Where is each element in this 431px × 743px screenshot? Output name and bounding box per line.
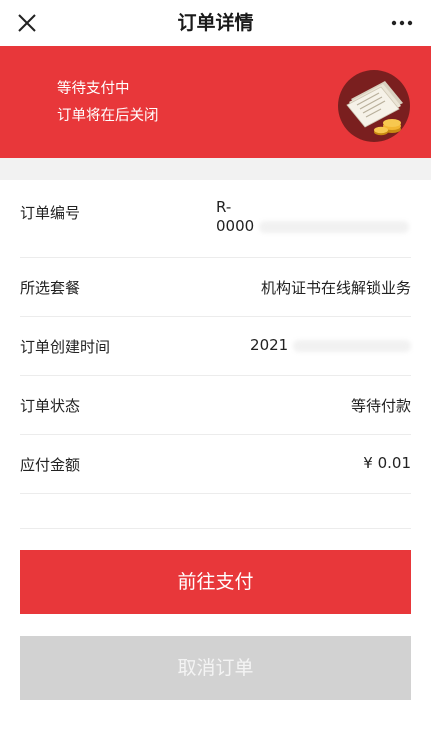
amount-value: ¥ 0.01 <box>363 454 411 472</box>
row-amount: 应付金额 ¥ 0.01 <box>20 434 411 494</box>
package-label: 所选套餐 <box>20 279 81 297</box>
receipt-coins-icon <box>337 69 411 143</box>
package-value: 机构证书在线解锁业务 <box>260 279 411 297</box>
order-detail-page: 订单详情 等待支付中 订单将在后关闭 订单编号 R- 0000 所选套餐 机构证… <box>0 0 431 743</box>
order-number-label: 订单编号 <box>20 204 81 222</box>
order-status-value: 等待付款 <box>350 397 411 415</box>
section-divider <box>0 158 431 180</box>
order-number-prefix: R- <box>216 198 232 216</box>
created-time-value: 2021 <box>250 336 411 354</box>
order-status-label: 订单状态 <box>20 397 81 415</box>
row-order-number: 订单编号 R- 0000 <box>20 180 411 258</box>
created-time-label: 订单创建时间 <box>20 338 111 356</box>
order-close-notice: 订单将在后关闭 <box>57 108 159 124</box>
cancel-order-button[interactable]: 取消订单 <box>20 636 411 700</box>
row-order-status: 订单状态 等待付款 <box>20 375 411 435</box>
details-bottom-divider <box>20 493 411 529</box>
amount-label: 应付金额 <box>20 456 81 474</box>
pay-button[interactable]: 前往支付 <box>20 550 411 614</box>
top-bar: 订单详情 <box>0 0 431 46</box>
row-package: 所选套餐 机构证书在线解锁业务 <box>20 257 411 317</box>
page-title: 订单详情 <box>177 12 254 34</box>
status-banner: 等待支付中 订单将在后关闭 <box>0 46 431 158</box>
redacted-order-number <box>258 220 409 233</box>
created-time-prefix: 2021 <box>250 336 289 354</box>
order-number-line2: 0000 <box>216 217 255 235</box>
redacted-created-time <box>293 339 411 352</box>
payment-status-text: 等待支付中 <box>57 81 130 97</box>
more-icon[interactable] <box>387 8 417 38</box>
order-number-value: R- 0000 <box>216 198 409 236</box>
row-created-time: 订单创建时间 2021 <box>20 316 411 376</box>
